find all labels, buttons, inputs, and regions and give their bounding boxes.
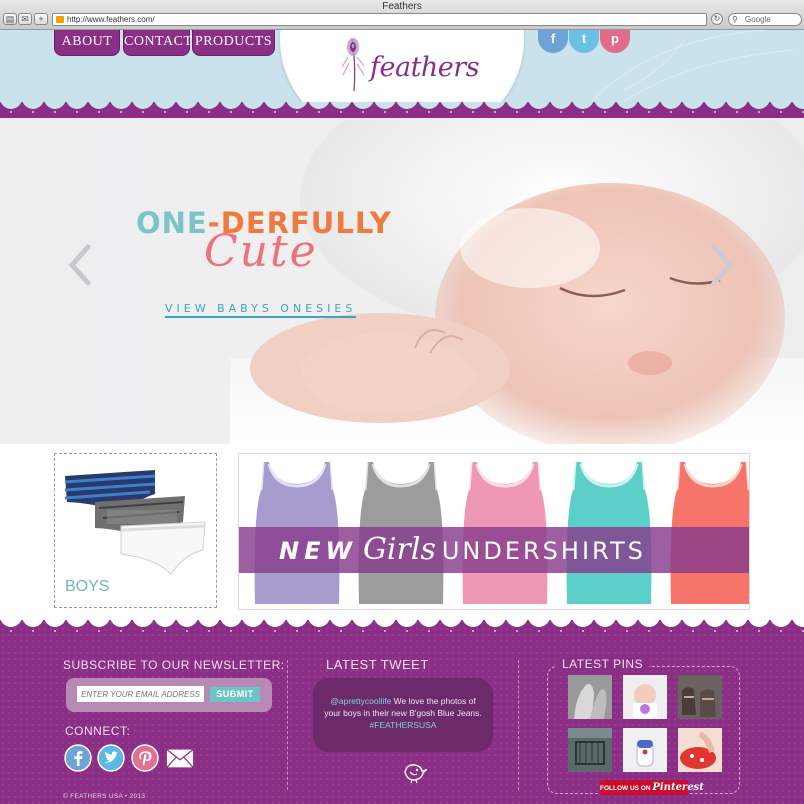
search-input[interactable]: ⚲ Google xyxy=(728,13,802,26)
pinterest-icon[interactable] xyxy=(131,744,159,772)
footer-divider xyxy=(518,660,519,790)
url-text: http://www.feathers.com/ xyxy=(67,15,155,24)
pin-thumbnail[interactable] xyxy=(678,675,722,719)
scallop-border-top xyxy=(0,102,804,118)
peacock-feather-icon xyxy=(341,38,365,92)
site-footer: SUBSCRIBE TO OUR NEWSLETTER: SUBMIT CONN… xyxy=(0,620,804,804)
email-field[interactable] xyxy=(77,686,204,702)
facebook-icon[interactable] xyxy=(64,744,92,772)
window-title: Feathers xyxy=(382,1,422,12)
pin-thumbnail[interactable] xyxy=(678,728,722,772)
tweet-text: @aprettycoollife We love the photos of y… xyxy=(322,695,484,731)
connect-heading: CONNECT: xyxy=(65,724,131,738)
footer-divider xyxy=(287,660,288,790)
pins-heading: LATEST PINS xyxy=(556,657,650,671)
nav-about[interactable]: ABOUT xyxy=(54,30,120,56)
boys-label: BOYS xyxy=(65,578,110,595)
reload-button[interactable]: ↻ xyxy=(711,13,723,25)
logo-text[interactable]: feathers xyxy=(370,52,480,83)
browser-chrome: Feathers ▤ ✉ + http://www.feathers.com/ … xyxy=(0,0,804,30)
pin-thumbnail[interactable] xyxy=(568,728,612,772)
chevron-left-icon[interactable] xyxy=(66,243,94,287)
girls-undershirts-banner: NEW Girls UNDERSHIRTS xyxy=(239,527,749,573)
new-tab-button[interactable]: + xyxy=(34,13,48,25)
search-icon: ⚲ xyxy=(732,15,738,24)
banner-word-undershirts: UNDERSHIRTS xyxy=(441,537,646,565)
hero-headline-script: Cute xyxy=(204,226,318,277)
products-section: BOYS NEW Girls UNDERSHIRTS xyxy=(0,444,804,620)
follow-prefix: FOLLOW US ON xyxy=(600,785,653,792)
follow-pinterest-button[interactable]: FOLLOW US ON Pinterest xyxy=(600,780,704,795)
scallop-border-bottom xyxy=(0,620,804,632)
tweet-hashtag-link[interactable]: #FEATHERSUSA xyxy=(370,720,437,730)
banner-word-girls: Girls xyxy=(362,532,436,567)
pin-thumbnail[interactable] xyxy=(623,728,667,772)
bird-icon xyxy=(404,764,427,784)
banner-word-new: NEW xyxy=(279,537,357,565)
tweet-handle-link[interactable]: @aprettycoollife xyxy=(330,696,391,706)
hero-banner: ONE-DERFULLY Cute VIEW BABYS ONESIES xyxy=(0,118,804,444)
girls-banner-text: NEW Girls UNDERSHIRTS xyxy=(279,527,646,573)
nav-products[interactable]: PRODUCTS xyxy=(192,30,275,56)
nav-contact[interactable]: CONTACT xyxy=(123,30,192,56)
view-onesies-link[interactable]: VIEW BABYS ONESIES xyxy=(165,302,357,318)
pin-thumbnail[interactable] xyxy=(568,675,612,719)
hero-headline-one: ONE xyxy=(136,206,208,240)
boys-product-card[interactable]: BOYS xyxy=(54,453,217,608)
address-bar[interactable]: http://www.feathers.com/ xyxy=(52,13,707,26)
sidebar-toggle-button[interactable]: ▤ xyxy=(3,13,17,25)
email-icon[interactable] xyxy=(166,744,194,772)
submit-button[interactable]: SUBMIT xyxy=(210,687,260,702)
reading-list-icon[interactable]: ✉ xyxy=(18,13,32,25)
twitter-icon[interactable] xyxy=(97,744,125,772)
chevron-right-icon[interactable] xyxy=(708,243,736,287)
copyright-text: © FEATHERS USA • 2013 xyxy=(63,793,146,800)
search-placeholder: Google xyxy=(745,15,771,24)
newsletter-heading: SUBSCRIBE TO OUR NEWSLETTER: xyxy=(63,658,285,672)
follow-brand: Pinterest xyxy=(652,782,704,793)
favicon-icon xyxy=(56,16,64,23)
tweet-heading: LATEST TWEET xyxy=(326,657,429,672)
pin-thumbnail[interactable] xyxy=(623,675,667,719)
girls-undershirts-card[interactable]: NEW Girls UNDERSHIRTS xyxy=(238,453,750,610)
